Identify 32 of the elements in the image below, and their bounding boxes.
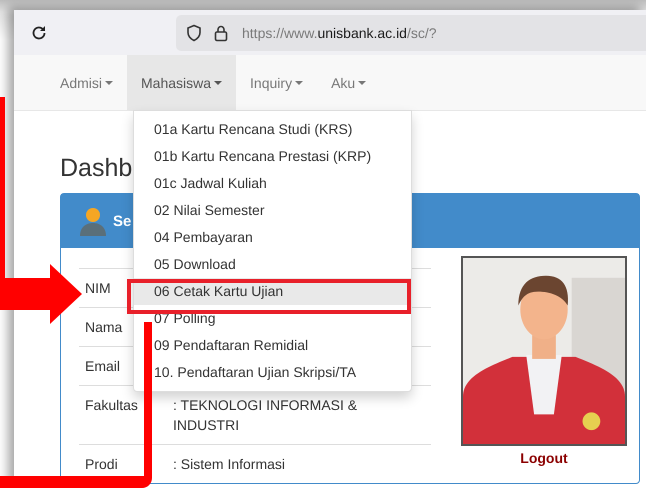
menu-item[interactable]: 05 Download	[134, 251, 411, 278]
field-label: Nama	[85, 318, 122, 337]
url-text: https://www.unisbank.ac.id/sc/?	[242, 24, 437, 40]
panel-title: Se	[113, 212, 132, 230]
field-label: NIM	[85, 279, 111, 298]
address-bar[interactable]: https://www.unisbank.ac.id/sc/?	[176, 14, 646, 50]
nav-menu[interactable]: Aku	[317, 55, 380, 110]
lock-icon[interactable]	[214, 24, 228, 42]
nav-menu[interactable]: Inquiry	[236, 55, 318, 110]
nav-menu[interactable]: Mahasiswa	[127, 55, 236, 110]
caret-icon	[358, 80, 366, 84]
caret-icon	[105, 80, 114, 84]
caret-icon	[214, 80, 222, 84]
caret-icon	[295, 80, 304, 84]
shield-icon[interactable]	[186, 24, 202, 42]
field-label: Fakultas	[85, 396, 138, 415]
field-value: : Sistem Informasi	[173, 455, 286, 474]
field-label: Prodi	[85, 455, 118, 474]
menu-item[interactable]: 04 Pembayaran	[134, 224, 411, 251]
field-label: Email	[85, 357, 120, 376]
menu-item[interactable]: 02 Nilai Semester	[134, 197, 411, 224]
menu-item[interactable]: 01c Jadwal Kuliah	[134, 170, 411, 197]
menu-item[interactable]: 09 Pendaftaran Remidial	[134, 332, 411, 359]
menu-item[interactable]: 10. Pendaftaran Ujian Skripsi/TA	[134, 359, 411, 386]
logout-link[interactable]: Logout	[520, 450, 568, 466]
page-title: Dashb	[60, 153, 132, 183]
reload-icon[interactable]	[30, 24, 48, 42]
nav-menu[interactable]: Admisi	[46, 55, 128, 110]
menu-item[interactable]: 01b Kartu Rencana Prestasi (KRP)	[134, 143, 411, 170]
field-value: : TEKNOLOGI INFORMASI & INDUSTRI	[173, 396, 358, 435]
menu-item[interactable]: 01a Kartu Rencana Studi (KRS)	[134, 116, 411, 143]
user-icon	[79, 206, 107, 236]
